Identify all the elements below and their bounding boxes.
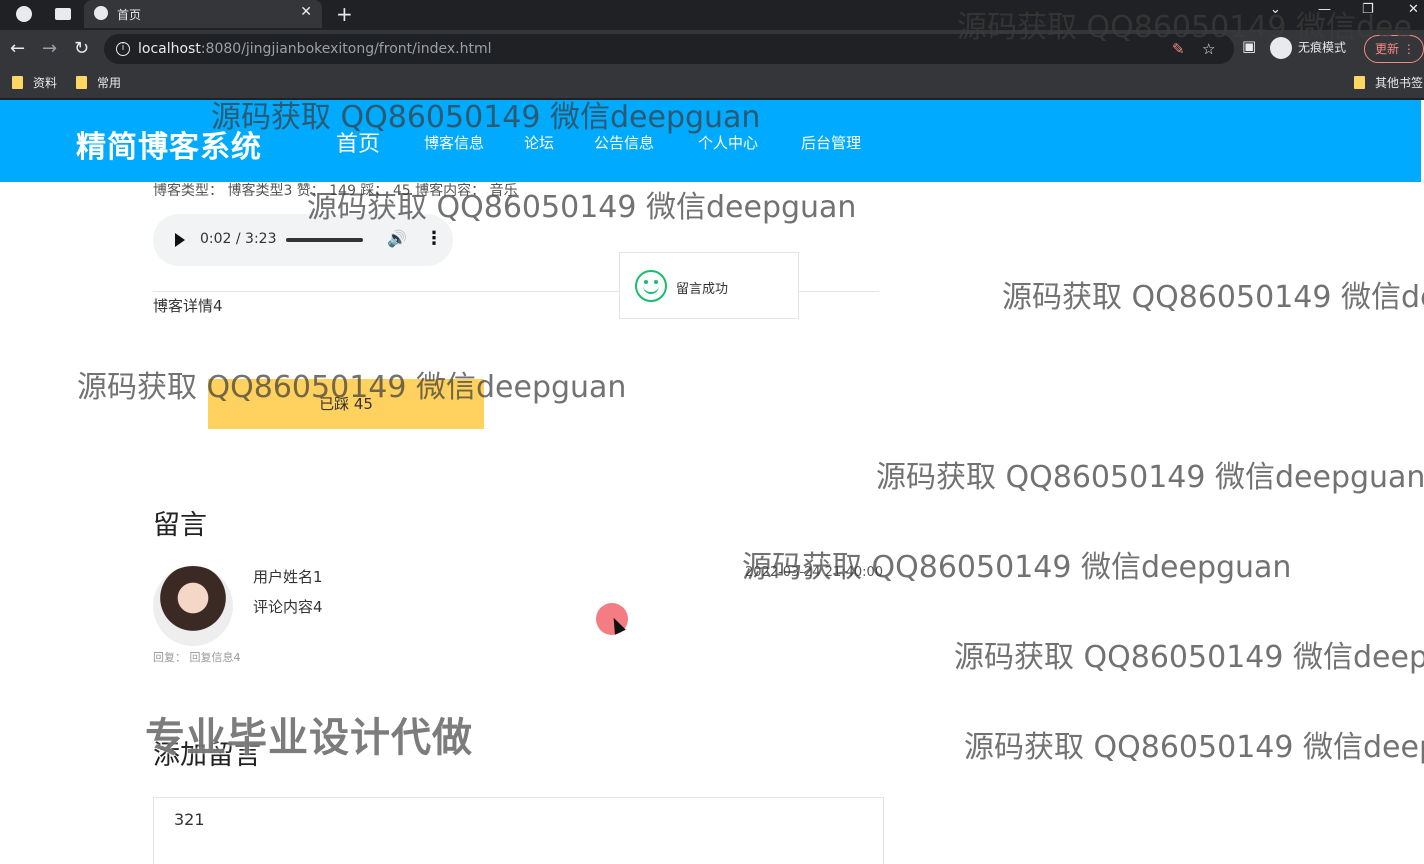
window-icon[interactable] <box>55 8 71 20</box>
tab-title: 首页 <box>117 8 142 22</box>
folder-icon <box>12 76 23 89</box>
audio-time: 0:02 / 3:23 <box>200 231 277 247</box>
smile-icon <box>635 270 667 302</box>
comment-content: 评论内容4 <box>253 598 323 616</box>
forward-button[interactable]: → <box>42 38 57 59</box>
new-tab-button[interactable]: + <box>336 2 353 26</box>
back-button[interactable]: ← <box>10 38 25 59</box>
play-icon[interactable] <box>175 233 185 247</box>
toast-message: 留言成功 <box>676 282 729 297</box>
other-bookmarks[interactable]: 其他书签 <box>1354 74 1423 91</box>
bookmark-label: 资料 <box>33 76 58 90</box>
comments-title: 留言 <box>153 510 207 541</box>
success-toast: 留言成功 <box>619 252 799 319</box>
watermark: 源码获取 QQ86050149 微信deepguan <box>307 190 857 225</box>
comment-user: 用户姓名1 <box>253 568 323 586</box>
info-icon[interactable]: i <box>116 42 130 56</box>
watermark: 源码获取 QQ86050149 微信deepg <box>954 640 1424 675</box>
other-bookmarks-label: 其他书签 <box>1375 76 1424 90</box>
watermark: 源码获取 QQ86050149 微信deepguan <box>211 100 761 135</box>
watermark: 源码获取 QQ86050149 微信deepguan <box>77 370 627 405</box>
watermark: 源码获取 QQ86050149 微信de <box>1002 280 1424 315</box>
folder-icon <box>1354 76 1365 89</box>
url-text[interactable]: localhost:8080/jingjianbokexitong/front/… <box>138 41 491 57</box>
blog-detail: 博客详情4 <box>153 297 223 315</box>
watermark: 源码获取 QQ86050149 微信deepguan <box>742 550 1292 585</box>
watermark: 源码获取 QQ86050149 微信deepguan <box>876 460 1424 495</box>
bookmark-folder[interactable]: 常用 <box>76 74 121 91</box>
folder-icon <box>76 76 87 89</box>
watermark: 源码获取 QQ86050149 微信dee <box>957 10 1412 45</box>
url-host: localhost <box>138 41 201 57</box>
bookmark-folder[interactable]: 资料 <box>12 74 57 91</box>
volume-icon[interactable]: 🔊 <box>387 229 407 248</box>
watermark: 源码获取 QQ86050149 微信deep <box>964 730 1424 765</box>
watermark-strong: 专业毕业设计代做 <box>145 715 473 761</box>
more-options-icon[interactable]: ⋮ <box>425 228 443 249</box>
url-path: :8080/jingjianbokexitong/front/index.htm… <box>200 41 492 57</box>
bookmark-label: 常用 <box>97 76 122 90</box>
browser-tab[interactable]: 首页 ✕ <box>84 0 322 28</box>
tab-close-icon[interactable]: ✕ <box>300 4 312 20</box>
comment-reply: 回复： 回复信息4 <box>153 651 241 664</box>
reload-button[interactable]: ↻ <box>74 38 89 59</box>
audio-seek-bar[interactable] <box>286 238 363 242</box>
tab-globe-icon <box>94 6 108 20</box>
comment-textarea[interactable]: 321 <box>153 797 884 864</box>
nav-admin[interactable]: 后台管理 <box>801 132 861 153</box>
avatar <box>153 566 233 646</box>
globe-icon <box>16 6 32 22</box>
